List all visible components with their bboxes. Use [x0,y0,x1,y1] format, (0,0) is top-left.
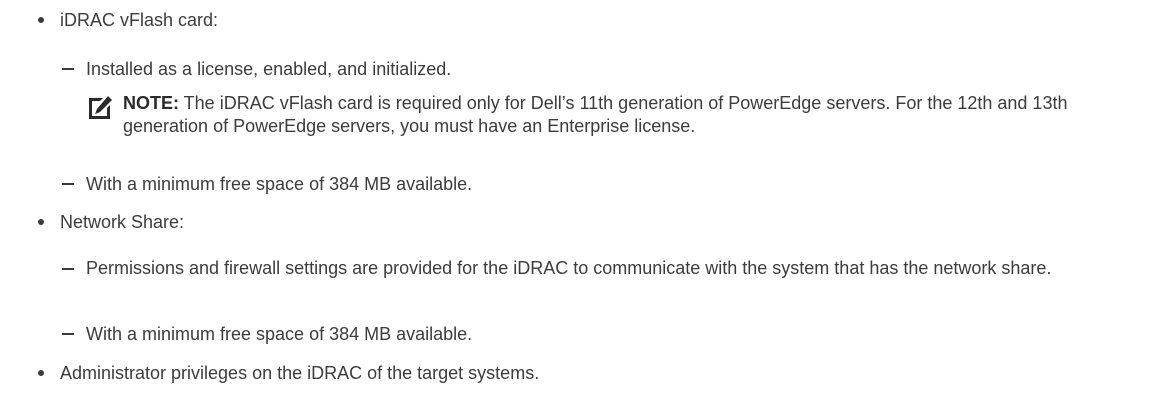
bullet-icon [38,370,44,376]
sublist-item-installed-license: Installed as a license, enabled, and ini… [86,59,452,79]
pencil-note-icon [89,96,112,119]
sublist-item-minimum-free-space: With a minimum free space of 384 MB avai… [86,174,473,194]
note-label: NOTE: [123,93,179,113]
dash-icon [62,268,74,270]
dash-icon [62,183,74,185]
dash-icon [62,68,74,70]
list-item-administrator-privileges: Administrator privileges on the iDRAC of… [60,363,540,383]
bullet-icon [38,17,44,23]
list-item-idrac-vflash: iDRAC vFlash card: [60,10,219,30]
bullet-icon [38,219,44,225]
note-text: The iDRAC vFlash card is required only f… [123,93,1068,136]
sublist-item-minimum-free-space-2: With a minimum free space of 384 MB avai… [86,324,473,344]
note-block: NOTE: The iDRAC vFlash card is required … [123,92,1153,137]
list-item-network-share: Network Share: [60,212,185,232]
sublist-item-permissions-firewall: Permissions and firewall settings are pr… [86,258,1052,278]
dash-icon [62,333,74,335]
